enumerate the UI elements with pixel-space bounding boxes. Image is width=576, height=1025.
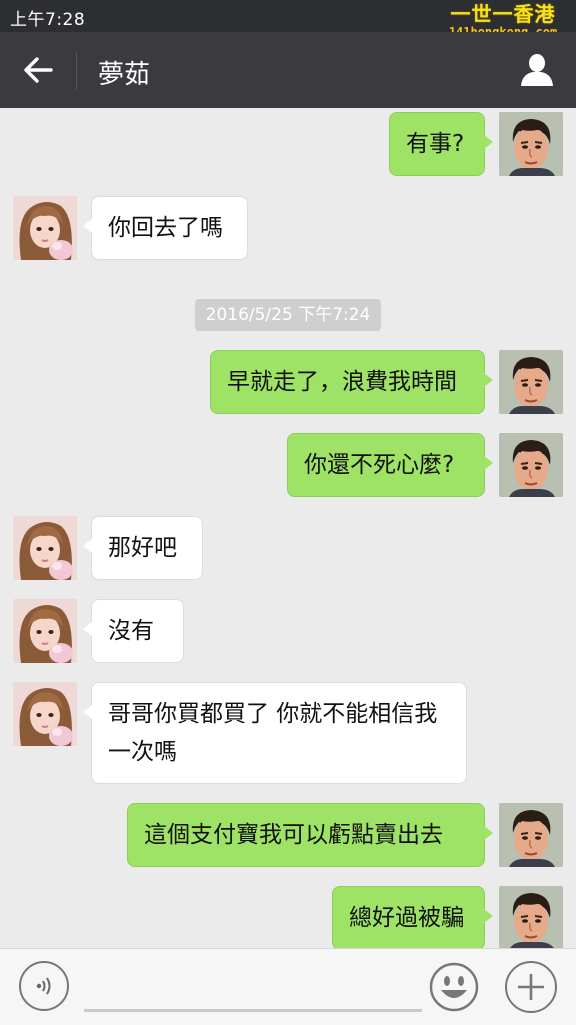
my-avatar[interactable] — [499, 112, 563, 176]
person-icon — [521, 54, 553, 86]
message-bubble[interactable]: 哥哥你買都買了 你就不能相信我一次嗎 — [83, 682, 467, 784]
arrow-left-icon — [24, 57, 53, 83]
more-button[interactable] — [505, 961, 557, 1013]
message-bubble[interactable]: 總好過被騙 — [332, 886, 493, 948]
message-bubble[interactable]: 你還不死心麼? — [287, 433, 493, 497]
status-time: 上午7:28 — [10, 10, 86, 30]
smiley-icon — [429, 962, 479, 1012]
my-avatar[interactable] — [499, 433, 563, 497]
message-bubble[interactable]: 早就走了，浪費我時間 — [210, 350, 493, 414]
input-bar — [0, 948, 576, 1025]
back-button[interactable] — [14, 48, 62, 92]
message-bubble[interactable]: 沒有 — [83, 599, 184, 663]
plus-icon — [518, 974, 544, 1000]
contact-avatar[interactable] — [13, 196, 77, 260]
emoji-button[interactable] — [428, 961, 480, 1013]
contact-avatar[interactable] — [13, 599, 77, 663]
contact-avatar[interactable] — [13, 516, 77, 580]
status-bar: 上午7:28 一世一香港 141hongkong.com — [0, 0, 576, 39]
message-timestamp: 2016/5/25 下午7:24 — [195, 299, 381, 331]
chat-header: 夢茹 — [0, 32, 576, 108]
my-avatar[interactable] — [499, 350, 563, 414]
voice-icon — [36, 977, 51, 995]
message-bubble[interactable]: 那好吧 — [83, 516, 203, 580]
voice-button[interactable] — [19, 961, 69, 1011]
profile-button[interactable] — [512, 46, 562, 94]
contact-avatar[interactable] — [13, 682, 77, 746]
watermark-title: 一世一香港 — [450, 2, 556, 26]
message-bubble[interactable]: 有事? — [389, 112, 493, 176]
chat-title: 夢茹 — [98, 60, 151, 90]
my-avatar[interactable] — [499, 886, 563, 948]
header-divider — [76, 52, 77, 90]
message-input[interactable] — [84, 1009, 422, 1012]
my-avatar[interactable] — [499, 803, 563, 867]
chat-area[interactable]: 有事? 你回去了嗎 2016/5/25 下午7:24 早就走了，浪費我時間 你還… — [0, 108, 576, 948]
message-bubble[interactable]: 你回去了嗎 — [83, 196, 248, 260]
message-bubble[interactable]: 這個支付寶我可以虧點賣出去 — [127, 803, 493, 867]
